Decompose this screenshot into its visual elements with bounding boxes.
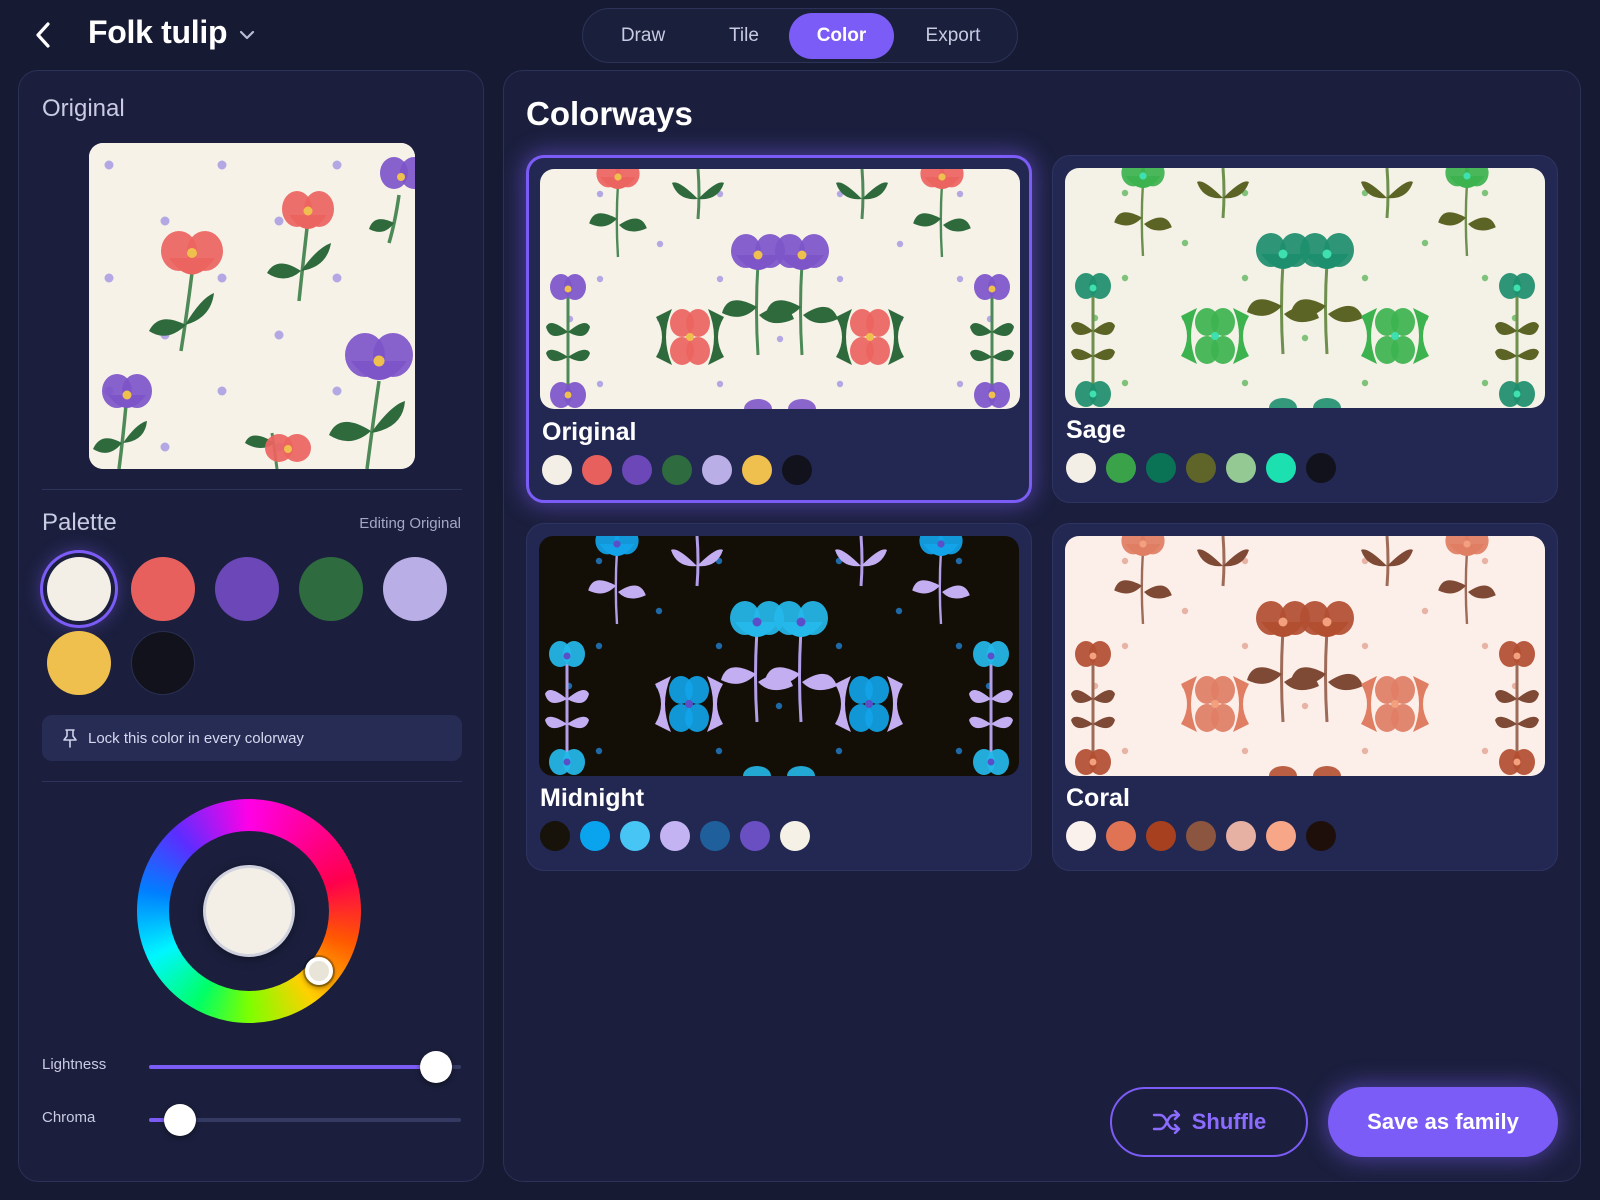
- colorway-card-coral[interactable]: Coral: [1052, 523, 1558, 871]
- colorways-title: Colorways: [526, 95, 693, 132]
- colorway-swatch: [1306, 453, 1336, 483]
- colorway-swatches: [1066, 453, 1336, 483]
- palette-swatch[interactable]: [383, 557, 447, 621]
- colorway-swatch: [1186, 821, 1216, 851]
- original-tile-art: [89, 143, 415, 469]
- colorway-swatch: [1106, 453, 1136, 483]
- tab-tile[interactable]: Tile: [699, 13, 789, 59]
- colorway-preview: [539, 536, 1019, 776]
- lightness-fill: [149, 1065, 437, 1069]
- pattern-title: Folk tulip: [88, 14, 228, 50]
- colorway-swatches: [540, 821, 810, 851]
- divider: [42, 781, 462, 782]
- colorway-card-midnight[interactable]: Midnight: [526, 523, 1032, 871]
- colorways-panel: Colorways Original Sage Midnight Coral: [503, 70, 1581, 1182]
- colorway-swatch: [1066, 453, 1096, 483]
- colorway-swatch: [660, 821, 690, 851]
- colorway-swatch: [782, 455, 812, 485]
- colorway-swatch: [540, 821, 570, 851]
- colorway-swatch: [1226, 821, 1256, 851]
- colorway-card-original[interactable]: Original: [526, 155, 1032, 503]
- save-as-family-button[interactable]: Save as family: [1328, 1087, 1558, 1157]
- palette-editor-panel: Original Palette Editing Original Lock t…: [18, 70, 484, 1182]
- lightness-label: Lightness: [42, 1056, 107, 1073]
- colorway-preview: [1065, 536, 1545, 776]
- tab-export[interactable]: Export: [894, 13, 1012, 59]
- chevron-left-icon: [36, 22, 50, 48]
- colorway-preview: [1065, 168, 1545, 408]
- original-title: Original: [42, 95, 125, 122]
- colorway-swatch: [662, 455, 692, 485]
- current-color-preview: [203, 865, 295, 957]
- colorway-swatch: [742, 455, 772, 485]
- colorway-swatch: [1146, 821, 1176, 851]
- hue-handle[interactable]: [305, 957, 333, 985]
- palette-swatch[interactable]: [47, 557, 111, 621]
- lightness-thumb[interactable]: [420, 1051, 453, 1083]
- colorway-swatch: [1266, 453, 1296, 483]
- colorway-swatch: [700, 821, 730, 851]
- divider: [42, 489, 462, 490]
- colorway-pattern: [539, 536, 1019, 776]
- lock-color-button[interactable]: Lock this color in every colorway: [42, 715, 462, 761]
- chevron-down-icon: [240, 30, 255, 39]
- colorway-preview: [540, 169, 1020, 409]
- pattern-title-dropdown[interactable]: Folk tulip: [88, 14, 255, 51]
- colorway-swatch: [1146, 453, 1176, 483]
- colorway-pattern: [540, 169, 1020, 409]
- colorway-swatch: [702, 455, 732, 485]
- original-tile-preview: [89, 143, 415, 469]
- colorway-swatch: [1306, 821, 1336, 851]
- chroma-slider[interactable]: [149, 1104, 461, 1136]
- colorway-card-sage[interactable]: Sage: [1052, 155, 1558, 503]
- palette-title: Palette: [42, 509, 117, 536]
- colorway-swatch: [1106, 821, 1136, 851]
- colorway-name: Coral: [1066, 784, 1130, 812]
- shuffle-icon: [1152, 1110, 1180, 1134]
- palette-swatch[interactable]: [215, 557, 279, 621]
- colorway-swatch: [780, 821, 810, 851]
- colorway-pattern: [1065, 168, 1545, 408]
- colorway-swatch: [740, 821, 770, 851]
- colorway-pattern: [1065, 536, 1545, 776]
- chroma-label: Chroma: [42, 1109, 96, 1126]
- colorway-swatches: [542, 455, 812, 485]
- palette-swatch[interactable]: [299, 557, 363, 621]
- palette-swatch[interactable]: [47, 631, 111, 695]
- lock-color-label: Lock this color in every colorway: [88, 729, 304, 747]
- colorway-swatch: [580, 821, 610, 851]
- chroma-thumb[interactable]: [164, 1104, 197, 1136]
- tab-draw[interactable]: Draw: [587, 13, 699, 59]
- pin-icon: [63, 729, 77, 748]
- palette-swatch[interactable]: [131, 631, 195, 695]
- lightness-slider[interactable]: [149, 1051, 461, 1083]
- back-button[interactable]: [28, 18, 58, 52]
- shuffle-label: Shuffle: [1191, 1109, 1267, 1134]
- colorway-name: Midnight: [540, 784, 645, 812]
- mode-tabs: Draw Tile Color Export: [582, 8, 1018, 63]
- colorway-swatch: [622, 455, 652, 485]
- colorway-name: Original: [542, 418, 637, 446]
- colorway-swatch: [1226, 453, 1256, 483]
- colorway-swatches: [1066, 821, 1336, 851]
- colorway-swatch: [620, 821, 650, 851]
- shuffle-button[interactable]: Shuffle: [1110, 1087, 1308, 1157]
- editing-label: Editing Original: [359, 515, 461, 532]
- colorway-swatch: [1266, 821, 1296, 851]
- palette-swatch[interactable]: [131, 557, 195, 621]
- color-wheel[interactable]: [137, 799, 361, 1023]
- colorway-swatch: [542, 455, 572, 485]
- colorway-name: Sage: [1066, 416, 1126, 444]
- colorway-swatch: [1066, 821, 1096, 851]
- tab-color[interactable]: Color: [789, 12, 894, 59]
- colorway-swatch: [1186, 453, 1216, 483]
- top-bar: Folk tulip Draw Tile Color Export: [0, 0, 1600, 70]
- colorway-swatch: [582, 455, 612, 485]
